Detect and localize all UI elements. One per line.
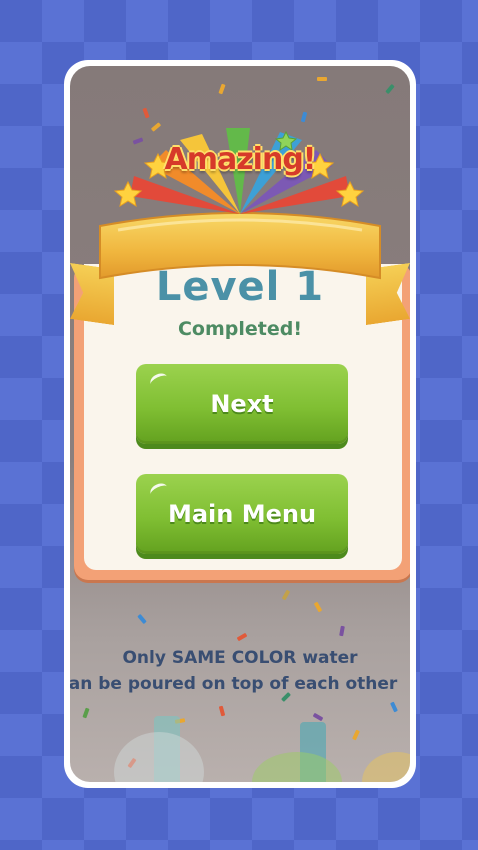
confetti-icon (339, 625, 345, 637)
button-shine-icon (148, 480, 170, 501)
water-jar-icon (252, 752, 342, 782)
confetti-icon (352, 729, 360, 741)
confetti-icon (236, 632, 248, 642)
hint-line-2: can be poured on top of each other (70, 674, 398, 694)
hint-line-1: Only SAME COLOR water (122, 648, 358, 668)
main-menu-button-label: Main Menu (167, 500, 317, 528)
main-menu-button[interactable]: Main Menu (136, 474, 348, 554)
confetti-icon (313, 601, 323, 613)
confetti-icon (317, 77, 327, 81)
confetti-icon (385, 83, 395, 95)
next-button[interactable]: Next (136, 364, 348, 444)
confetti-icon (300, 111, 308, 123)
phone-frame: Only SAME COLOR water can be poured on t… (64, 60, 416, 788)
next-button-label: Next (210, 390, 274, 418)
button-shine-icon (148, 370, 170, 391)
confetti-icon (142, 107, 150, 119)
confetti-icon (218, 83, 226, 95)
water-jar-icon (362, 752, 410, 782)
water-jar-icon (114, 732, 204, 782)
game-screen: Only SAME COLOR water can be poured on t… (70, 66, 410, 782)
confetti-icon (312, 712, 324, 722)
confetti-icon (82, 707, 90, 719)
banner-title: Amazing! (164, 142, 317, 177)
confetti-icon (390, 701, 398, 713)
confetti-icon (281, 589, 291, 601)
completed-status: Completed! (177, 318, 303, 340)
confetti-icon (218, 705, 226, 717)
confetti-icon (137, 613, 147, 625)
level-title: Level 1 (155, 264, 325, 310)
